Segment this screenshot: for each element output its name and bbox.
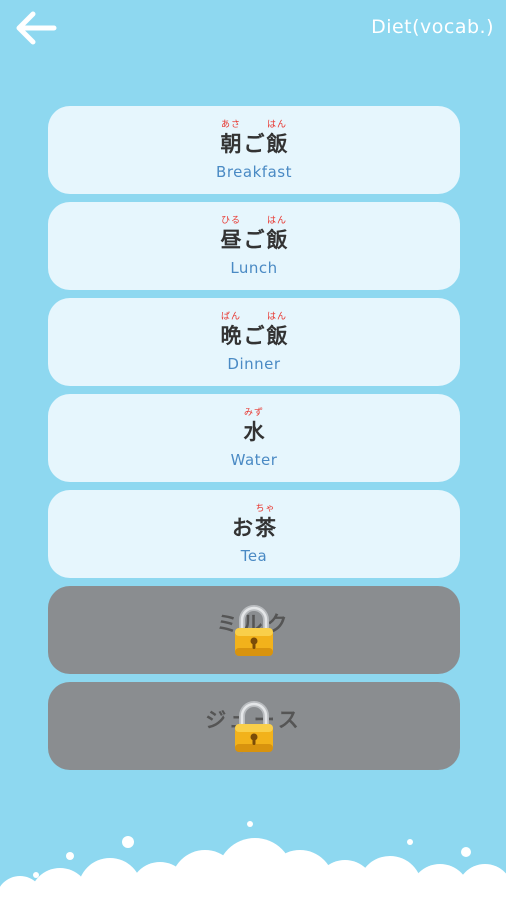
furigana-reading: みず [243, 408, 264, 418]
ruby-group: ひる昼 [221, 215, 242, 253]
furigana-reading: はん [266, 216, 287, 226]
furigana-reading: はん [266, 312, 287, 322]
japanese-word: ひる昼ごはん飯 [221, 215, 288, 253]
furigana-reading: ちゃ [255, 504, 276, 514]
english-translation: Breakfast [216, 163, 292, 181]
english-translation: Tea [240, 547, 268, 565]
locked-vocab-card[interactable]: ミルクMilk [48, 586, 460, 674]
japanese-word: ばん晩ごはん飯 [221, 311, 288, 349]
vocab-card[interactable]: ばん晩ごはん飯 Dinner [48, 298, 460, 386]
kanji-char: ご [243, 324, 265, 348]
vocab-card[interactable]: みず水 Water [48, 394, 460, 482]
kanji-char: ご [243, 132, 265, 156]
japanese-word: おちゃ茶 [232, 503, 276, 541]
ruby-group: はん飯 [267, 311, 288, 349]
kanji-char: 飯 [266, 132, 288, 156]
ruby-group: はん飯 [267, 215, 288, 253]
furigana-reading: ばん [220, 312, 241, 322]
furigana-reading: ひる [220, 216, 241, 226]
ruby-group: ご [244, 311, 265, 349]
kanji-char: 飯 [266, 228, 288, 252]
kanji-char: お [232, 516, 253, 540]
kanji-char: 昼 [220, 228, 242, 252]
kanji-char: 晩 [220, 324, 242, 348]
furigana-reading: はん [266, 120, 287, 130]
padlock-icon [232, 700, 276, 754]
top-bar: Diet(vocab.) [0, 0, 506, 60]
ruby-group: お [232, 503, 253, 541]
ruby-group: ちゃ茶 [255, 503, 276, 541]
ruby-group: ご [244, 215, 265, 253]
kanji-char: 飯 [266, 324, 288, 348]
english-translation: Dinner [227, 355, 281, 373]
vocab-card[interactable]: おちゃ茶 Tea [48, 490, 460, 578]
ruby-group: あさ朝 [221, 119, 242, 157]
furigana-reading: あさ [220, 120, 241, 130]
kanji-char: 水 [243, 420, 265, 444]
english-translation: Water [230, 451, 278, 469]
ruby-group: ご [244, 119, 265, 157]
japanese-word: あさ朝ごはん飯 [221, 119, 288, 157]
arrow-left-icon [16, 11, 57, 45]
english-translation: Lunch [230, 259, 278, 277]
kanji-char: 朝 [220, 132, 242, 156]
vocab-card[interactable]: ひる昼ごはん飯 Lunch [48, 202, 460, 290]
padlock-icon [232, 604, 276, 658]
clouds-decoration [0, 821, 506, 900]
locked-vocab-card[interactable]: ジュースJuice [48, 682, 460, 770]
vocab-card-list: あさ朝ごはん飯 Breakfast ひる昼ごはん飯 Lunch ばん晩ごはん飯 Dinne… [48, 106, 460, 778]
ruby-group: みず水 [244, 407, 265, 445]
kanji-char: ご [243, 228, 265, 252]
page-title: Diet(vocab.) [371, 16, 494, 38]
japanese-word: みず水 [244, 407, 265, 445]
ruby-group: はん飯 [267, 119, 288, 157]
back-button[interactable] [12, 8, 60, 48]
vocab-card[interactable]: あさ朝ごはん飯 Breakfast [48, 106, 460, 194]
kanji-char: 茶 [255, 516, 276, 540]
ruby-group: ばん晩 [221, 311, 242, 349]
